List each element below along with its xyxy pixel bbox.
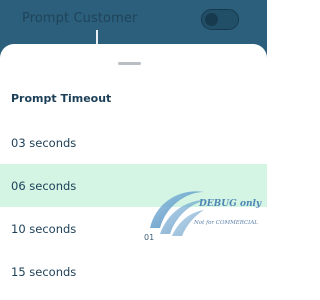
sheet-drag-handle[interactable] bbox=[118, 62, 141, 65]
toggle-knob bbox=[205, 12, 218, 26]
option-label: 10 seconds bbox=[11, 221, 77, 236]
sheet-title: Prompt Timeout bbox=[11, 92, 112, 105]
option-10-seconds[interactable]: 10 seconds bbox=[0, 207, 267, 250]
prompt-customer-label: Prompt Customer bbox=[22, 11, 138, 26]
option-06-seconds[interactable]: 06 seconds bbox=[0, 164, 267, 207]
prompt-timeout-sheet: Prompt Timeout 03 seconds 06 seconds 10 … bbox=[0, 44, 267, 300]
watermark-number: 01 bbox=[144, 233, 155, 242]
prompt-customer-toggle[interactable] bbox=[201, 9, 239, 30]
option-label: 15 seconds bbox=[11, 264, 77, 279]
option-15-seconds[interactable]: 15 seconds bbox=[0, 250, 267, 293]
option-label: 03 seconds bbox=[11, 135, 77, 150]
option-03-seconds[interactable]: 03 seconds bbox=[0, 121, 267, 164]
option-label: 06 seconds bbox=[11, 178, 77, 193]
